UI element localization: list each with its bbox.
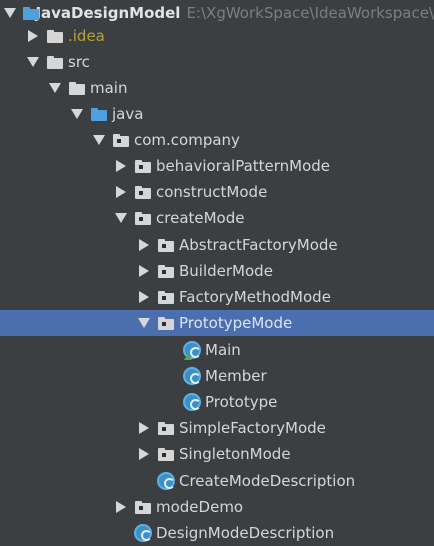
expand-arrow-icon[interactable] bbox=[26, 49, 40, 75]
tree-row-idea[interactable]: .idea bbox=[0, 23, 434, 49]
tree-item-label: SimpleFactoryMode bbox=[179, 419, 326, 437]
class-icon bbox=[183, 393, 201, 411]
tree-item-label: constructMode bbox=[156, 183, 268, 201]
tree-row-singleton[interactable]: SingletonMode bbox=[0, 441, 434, 467]
package-icon bbox=[134, 209, 152, 227]
project-name: JavaDesignModel bbox=[35, 4, 181, 22]
tree-item-label: modeDemo bbox=[156, 498, 244, 516]
tree-row-main-class[interactable]: Main bbox=[0, 337, 434, 363]
tree-row-factory-method[interactable]: FactoryMethodMode bbox=[0, 284, 434, 310]
tree-item-label: PrototypeMode bbox=[179, 314, 293, 332]
tree-item-label: behavioralPatternMode bbox=[156, 157, 331, 175]
folder-icon bbox=[46, 53, 64, 71]
project-folder-icon bbox=[22, 4, 39, 22]
tree-item-label: createMode bbox=[156, 209, 245, 227]
expand-arrow-icon[interactable] bbox=[114, 205, 128, 231]
collapse-arrow-icon[interactable] bbox=[137, 415, 151, 441]
folder-icon bbox=[68, 79, 86, 97]
tree-row-member-class[interactable]: Member bbox=[0, 363, 434, 389]
package-icon bbox=[157, 314, 175, 332]
tree-item-label: Prototype bbox=[205, 393, 278, 411]
package-icon bbox=[157, 445, 175, 463]
tree-item-label: SingletonMode bbox=[179, 445, 291, 463]
tree-row-construct[interactable]: constructMode bbox=[0, 179, 434, 205]
expand-arrow-icon[interactable] bbox=[137, 310, 151, 336]
tree-item-label: AbstractFactoryMode bbox=[179, 236, 338, 254]
tree-item-label: FactoryMethodMode bbox=[179, 288, 331, 306]
tree-row-simple-factory[interactable]: SimpleFactoryMode bbox=[0, 415, 434, 441]
tree-row-design-desc[interactable]: DesignModeDescription bbox=[0, 520, 434, 546]
source-folder-icon bbox=[90, 105, 108, 123]
package-icon bbox=[134, 157, 152, 175]
main-class-icon bbox=[183, 341, 201, 360]
tree-row-java[interactable]: java bbox=[0, 101, 434, 127]
tree-item-label: com.company bbox=[134, 131, 240, 149]
folder-icon bbox=[46, 27, 64, 45]
tree-item-label: BuilderMode bbox=[179, 262, 273, 280]
package-icon bbox=[134, 183, 152, 201]
expand-arrow-icon[interactable] bbox=[92, 127, 106, 153]
package-icon bbox=[157, 236, 175, 254]
collapse-arrow-icon[interactable] bbox=[137, 258, 151, 284]
tree-row-create[interactable]: createMode bbox=[0, 205, 434, 231]
collapse-arrow-icon[interactable] bbox=[137, 232, 151, 258]
tree-row-prototype-class[interactable]: Prototype bbox=[0, 389, 434, 415]
collapse-arrow-icon[interactable] bbox=[114, 153, 128, 179]
tree-row-com-company[interactable]: com.company bbox=[0, 127, 434, 153]
tree-row-src[interactable]: src bbox=[0, 49, 434, 75]
tree-row-behavioral[interactable]: behavioralPatternMode bbox=[0, 153, 434, 179]
tree-row-builder[interactable]: BuilderMode bbox=[0, 258, 434, 284]
tree-row-create-desc[interactable]: CreateModeDescription bbox=[0, 468, 434, 494]
tree-item-label: main bbox=[90, 79, 128, 97]
tree-item-label: src bbox=[68, 53, 90, 71]
package-icon bbox=[157, 419, 175, 437]
class-icon bbox=[183, 367, 201, 385]
collapse-arrow-icon[interactable] bbox=[137, 441, 151, 467]
expand-arrow-icon[interactable] bbox=[48, 75, 62, 101]
collapse-arrow-icon[interactable] bbox=[26, 23, 40, 49]
package-icon bbox=[157, 288, 175, 306]
tree-row-main[interactable]: main bbox=[0, 75, 434, 101]
collapse-arrow-icon[interactable] bbox=[137, 284, 151, 310]
class-icon bbox=[157, 472, 175, 490]
project-path: E:\XgWorkSpace\IdeaWorkspace\ bbox=[186, 4, 434, 22]
tree-row-prototype-mode[interactable]: PrototypeMode bbox=[0, 310, 434, 336]
tree-item-label: DesignModeDescription bbox=[156, 524, 335, 542]
package-icon bbox=[134, 498, 152, 516]
expand-arrow-icon[interactable] bbox=[70, 101, 84, 127]
tree-item-label: Member bbox=[205, 367, 267, 385]
tree-item-label: .idea bbox=[68, 27, 105, 45]
package-icon bbox=[112, 131, 130, 149]
collapse-arrow-icon[interactable] bbox=[114, 494, 128, 520]
tree-row-abstract-factory[interactable]: AbstractFactoryMode bbox=[0, 232, 434, 258]
class-icon bbox=[134, 524, 152, 542]
collapse-arrow-icon[interactable] bbox=[114, 179, 128, 205]
tree-item-label: CreateModeDescription bbox=[179, 472, 356, 490]
tree-item-label: java bbox=[112, 105, 144, 123]
project-tree: JavaDesignModel E:\XgWorkSpace\IdeaWorks… bbox=[0, 0, 434, 543]
tree-item-label: Main bbox=[205, 341, 241, 359]
tree-row-mode-demo[interactable]: modeDemo bbox=[0, 494, 434, 520]
package-icon bbox=[157, 262, 175, 280]
